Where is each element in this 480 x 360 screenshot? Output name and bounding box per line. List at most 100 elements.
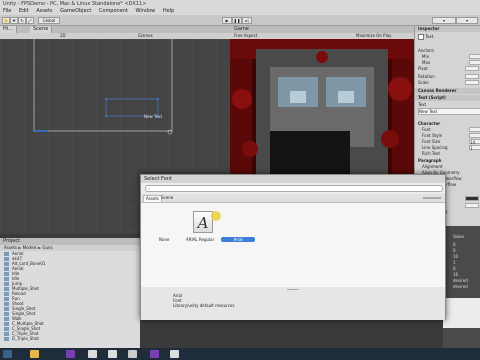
play-button[interactable]: ▶ bbox=[222, 17, 232, 24]
explorer-icon[interactable] bbox=[30, 350, 39, 358]
rotate-tool-icon[interactable]: ↻ bbox=[18, 17, 26, 24]
console-line: 0 bbox=[453, 266, 456, 271]
max-field[interactable] bbox=[469, 60, 480, 65]
color-swatch[interactable] bbox=[465, 196, 479, 201]
game-render bbox=[230, 39, 414, 175]
line-spacing-row: Line Spacing 1 bbox=[418, 145, 480, 151]
console-panel: Value 0 0 10 1 0 16 desired desired bbox=[443, 226, 480, 348]
text-label: Text bbox=[418, 102, 427, 107]
dialog-info-panel: Arial Font Library/unity default resourc… bbox=[141, 287, 445, 320]
min-label: Min bbox=[422, 54, 430, 59]
visual-studio-icon[interactable] bbox=[150, 350, 159, 358]
unity-icon[interactable] bbox=[170, 350, 179, 358]
console-line: 1 bbox=[453, 260, 456, 265]
max-label: Max bbox=[422, 60, 431, 65]
alignment-row: Alignment bbox=[418, 164, 480, 169]
canvas-renderer-label: Canvas Renderer bbox=[418, 88, 457, 93]
select-font-dialog: Select Font ⌕ Assets Scene None A ARIAL … bbox=[140, 174, 446, 320]
window-title: Unity - FPSDemo - PC, Mac & Linux Standa… bbox=[3, 1, 147, 7]
dialog-search-input[interactable]: ⌕ bbox=[145, 185, 443, 192]
console-line: 10 bbox=[453, 254, 459, 259]
unity-icon[interactable] bbox=[88, 350, 97, 358]
tab-hierarchy[interactable]: Hi... bbox=[0, 26, 17, 33]
active-checkbox[interactable] bbox=[418, 34, 424, 40]
paragraph-header: Paragraph bbox=[418, 158, 480, 163]
font-label: Font bbox=[422, 127, 431, 132]
list-item[interactable]: D_Triple_Shot bbox=[4, 336, 39, 342]
pause-button[interactable]: ❚❚ bbox=[232, 17, 242, 24]
console-overlay bbox=[443, 298, 480, 328]
console-line: 0 bbox=[453, 248, 456, 253]
visual-studio-icon[interactable] bbox=[66, 350, 75, 358]
size-slider[interactable] bbox=[423, 197, 441, 199]
project-asset-list: Aerial ak47 Alt_Lord_Bone01 Aerial Idle … bbox=[0, 251, 140, 348]
menu-window[interactable]: Window bbox=[136, 8, 156, 14]
pivot-label: Pivot bbox=[418, 66, 428, 71]
text-script-header[interactable]: Text (Script) bbox=[415, 95, 480, 101]
menu-assets[interactable]: Assets bbox=[36, 8, 52, 14]
font-item-none[interactable]: None bbox=[159, 237, 169, 242]
font-style-dropdown[interactable] bbox=[469, 133, 480, 138]
scale-tool-icon[interactable]: ⤢ bbox=[26, 17, 34, 24]
move-tool-icon[interactable]: ✥ bbox=[10, 17, 18, 24]
selected-font-label: Arial bbox=[233, 237, 243, 242]
scale-label: Scale bbox=[418, 80, 429, 85]
main-toolbar: ✋ ✥ ↻ ⤢ Global ▶ ❚❚ ▸| ▾ ▾ bbox=[0, 15, 480, 26]
line-spacing-field[interactable]: 1 bbox=[469, 145, 480, 151]
font-file-icon[interactable]: A bbox=[193, 211, 213, 233]
step-icon: ▸| bbox=[245, 18, 249, 23]
rich-text-row: Rich Text bbox=[418, 151, 480, 156]
rich-text-label: Rich Text bbox=[422, 151, 440, 156]
tab-game[interactable]: Game bbox=[234, 26, 249, 33]
font-field[interactable] bbox=[469, 127, 480, 132]
menu-edit[interactable]: Edit bbox=[19, 8, 29, 14]
object-name[interactable]: Text bbox=[425, 34, 433, 39]
layers-dropdown[interactable]: ▾ bbox=[432, 17, 456, 24]
start-icon[interactable] bbox=[3, 350, 12, 358]
rotation-label: Rotation bbox=[418, 74, 435, 79]
min-row: Min bbox=[418, 54, 480, 59]
unity-icon[interactable] bbox=[108, 350, 117, 358]
anchors-row[interactable]: Anchors bbox=[418, 48, 480, 53]
material-field[interactable] bbox=[465, 203, 479, 208]
min-field[interactable] bbox=[469, 54, 480, 59]
pivot-field[interactable] bbox=[465, 66, 479, 71]
canvas-renderer-header[interactable]: Canvas Renderer bbox=[415, 88, 480, 94]
play-icon: ▶ bbox=[225, 18, 229, 23]
character-header: Character bbox=[418, 121, 480, 126]
pivot-global-toggle[interactable]: Global bbox=[38, 17, 60, 24]
unity-icon[interactable] bbox=[128, 350, 137, 358]
game-view bbox=[230, 39, 414, 175]
rotation-row: Rotation bbox=[418, 74, 480, 79]
scale-row: Scale bbox=[418, 80, 480, 85]
font-size-field[interactable]: 14 bbox=[469, 139, 480, 145]
text-content-field[interactable]: New Text bbox=[418, 108, 480, 115]
menu-gameobject[interactable]: GameObject bbox=[60, 8, 91, 14]
console-line: 16 bbox=[453, 272, 459, 277]
menu-help[interactable]: Help bbox=[163, 8, 174, 14]
dialog-title-bar[interactable]: Select Font bbox=[141, 175, 445, 183]
menu-component[interactable]: Component bbox=[99, 8, 128, 14]
font-item-arial-regular[interactable]: ARIAL Regular bbox=[186, 237, 214, 242]
scale-field[interactable] bbox=[465, 80, 479, 85]
anchors-label: Anchors bbox=[418, 48, 435, 53]
game-tab-bar: Game bbox=[230, 26, 414, 33]
rotation-field[interactable] bbox=[465, 74, 479, 79]
hand-tool-icon[interactable]: ✋ bbox=[2, 17, 10, 24]
tab-assets-label: Assets bbox=[146, 196, 160, 201]
scene-text-label: New Text bbox=[144, 114, 163, 119]
text-label-row: Text bbox=[418, 102, 480, 107]
tab-scene[interactable]: Scene bbox=[30, 26, 53, 33]
inspector-tab[interactable]: Inspector bbox=[415, 26, 480, 32]
layout-dropdown[interactable]: ▾ bbox=[456, 17, 478, 24]
project-tab[interactable]: Project bbox=[0, 238, 140, 245]
menu-file[interactable]: File bbox=[3, 8, 11, 14]
tab-scene-label: Scene bbox=[161, 195, 174, 200]
font-item-arial-selected[interactable]: Arial bbox=[221, 237, 255, 242]
tab-scene[interactable]: Scene bbox=[159, 195, 175, 201]
splitter-handle[interactable] bbox=[287, 289, 299, 290]
window-title-bar: Unity - FPSDemo - PC, Mac & Linux Standa… bbox=[0, 0, 480, 8]
pivot-row: Pivot bbox=[418, 66, 480, 71]
font-row: Font bbox=[418, 127, 480, 132]
step-button[interactable]: ▸| bbox=[242, 17, 252, 24]
